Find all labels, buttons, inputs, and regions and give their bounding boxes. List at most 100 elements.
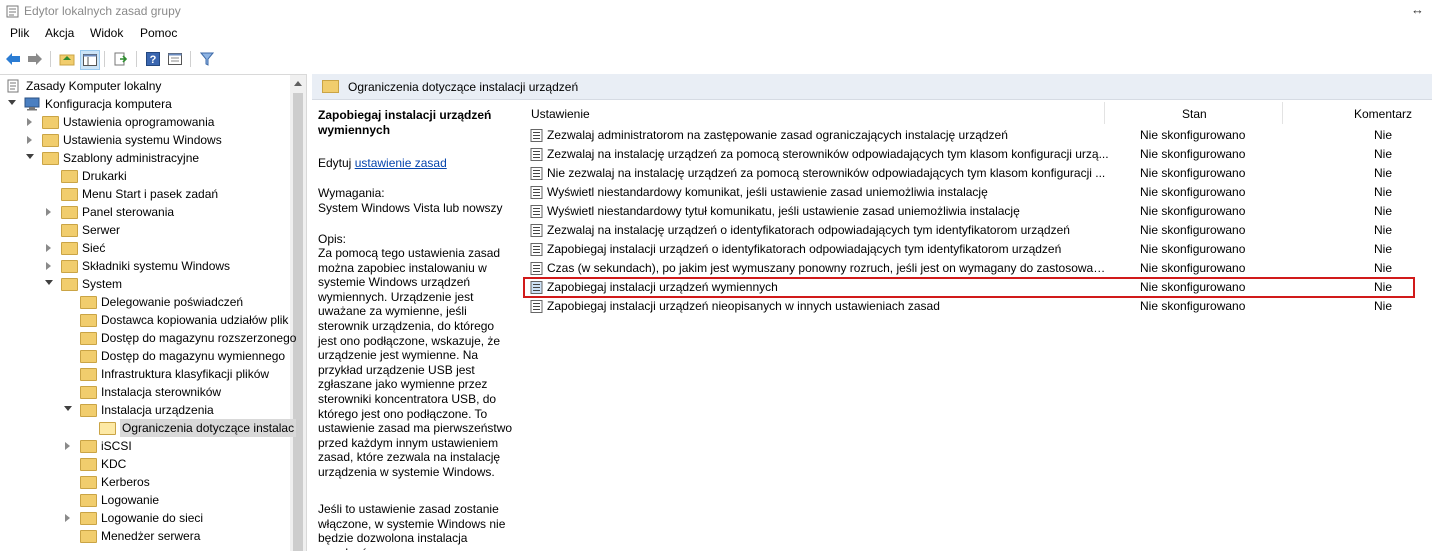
edit-policy-link[interactable]: ustawienie zasad — [355, 156, 447, 170]
menu-akcja[interactable]: Akcja — [45, 26, 74, 40]
tree-node-label: Instalacja sterowników — [101, 385, 222, 399]
tree-node[interactable]: Serwer — [0, 221, 290, 239]
tree-node[interactable]: Ustawienia systemu Windows — [0, 131, 290, 149]
tree-node-label: Sieć — [82, 241, 106, 255]
table-row[interactable]: Wyświetl niestandardowy komunikat, jeśli… — [524, 183, 1414, 202]
setting-name: Nie zezwalaj na instalację urządzeń za p… — [547, 166, 1106, 180]
tree-node[interactable]: Składniki systemu Windows — [0, 257, 290, 275]
column-header-comment[interactable]: Komentarz — [1283, 100, 1432, 126]
tree-node-label: Ustawienia systemu Windows — [63, 133, 222, 147]
folder-icon — [80, 368, 97, 381]
policy-setting-icon — [530, 167, 543, 180]
table-row[interactable]: Zapobiegaj instalacji urządzeń wymiennyc… — [523, 277, 1415, 298]
tree-node[interactable]: Instalacja urządzenia — [0, 401, 290, 419]
svg-text:?: ? — [150, 54, 157, 66]
show-hide-tree-button[interactable] — [80, 50, 100, 70]
tree-scrollbar[interactable] — [290, 75, 306, 551]
export-icon — [114, 52, 128, 66]
tree-node[interactable]: Zasady Komputer lokalny — [0, 77, 290, 95]
chevron-right-icon[interactable] — [46, 262, 51, 270]
scroll-up-arrow-icon[interactable] — [294, 81, 302, 86]
table-row[interactable]: Zezwalaj na instalację urządzeń za pomoc… — [524, 145, 1414, 164]
setting-state: Nie skonfigurowano — [1140, 261, 1246, 275]
folder-icon — [80, 386, 97, 399]
folder-icon — [61, 188, 78, 201]
chevron-right-icon[interactable] — [46, 208, 51, 216]
chevron-down-icon[interactable] — [45, 280, 53, 285]
tree-node[interactable]: iSCSI — [0, 437, 290, 455]
table-row[interactable]: Zezwalaj na instalację urządzeń o identy… — [524, 221, 1414, 240]
console-tree[interactable]: Zasady Komputer lokalny Konfiguracja komp… — [0, 74, 307, 551]
setting-comment: Nie — [1374, 242, 1393, 256]
tree-node[interactable]: KDC — [0, 455, 290, 473]
folder-icon — [80, 440, 97, 453]
tree-node[interactable]: Instalacja sterowników — [0, 383, 290, 401]
help-button[interactable]: ? — [144, 50, 162, 68]
column-header-state[interactable]: Stan — [1105, 100, 1281, 126]
chevron-right-icon[interactable] — [27, 118, 32, 126]
tree-node-label: Kerberos — [101, 475, 150, 489]
properties-button[interactable] — [166, 50, 184, 68]
setting-comment: Nie — [1374, 280, 1393, 294]
tree-node[interactable]: Ustawienia oprogramowania — [0, 113, 290, 131]
tree-node-label: Dostęp do magazynu wymiennego — [101, 349, 286, 363]
table-row[interactable]: Nie zezwalaj na instalację urządzeń za p… — [524, 164, 1414, 183]
resize-arrows-icon[interactable]: ↔ — [1411, 2, 1424, 17]
tree-node[interactable]: Logowanie do sieci — [0, 509, 290, 527]
folder-icon — [61, 170, 78, 183]
tree-node[interactable]: Delegowanie poświadczeń — [0, 293, 290, 311]
edit-line: Edytuj ustawienie zasad — [318, 156, 447, 171]
tree-node[interactable]: Panel sterowania — [0, 203, 290, 221]
table-row[interactable]: Zapobiegaj instalacji urządzeń nieopisan… — [524, 297, 1414, 316]
chevron-right-icon[interactable] — [46, 244, 51, 252]
tree-node-label: Infrastruktura klasyfikacji plików — [101, 367, 270, 381]
table-row[interactable]: Czas (w sekundach), po jakim jest wymusz… — [524, 259, 1414, 278]
filter-button[interactable] — [198, 50, 216, 68]
tree-node[interactable]: System — [0, 275, 290, 293]
tree-node[interactable]: Konfiguracja komputera — [0, 95, 290, 113]
export-list-button[interactable] — [112, 50, 130, 68]
chevron-down-icon[interactable] — [26, 154, 34, 159]
tree-node-label: Serwer — [82, 223, 121, 237]
column-header-setting[interactable]: Ustawienie — [524, 100, 1104, 126]
table-row[interactable]: Wyświetl niestandardowy tytuł komunikatu… — [524, 202, 1414, 221]
chevron-right-icon[interactable] — [27, 136, 32, 144]
forward-button[interactable] — [26, 50, 44, 68]
menu-widok[interactable]: Widok — [90, 26, 123, 40]
requirements: Wymagania: System Windows Vista lub nows… — [318, 186, 518, 215]
back-button[interactable] — [4, 50, 22, 68]
up-folder-button[interactable] — [58, 50, 76, 68]
tree-node[interactable]: Dostawca kopiowania udziałów plik — [0, 311, 290, 329]
setting-name: Wyświetl niestandardowy komunikat, jeśli… — [547, 185, 988, 199]
scroll-thumb[interactable] — [293, 93, 303, 551]
tree-node[interactable]: Dostęp do magazynu rozszerzonego — [0, 329, 296, 347]
tree-node[interactable]: Logowanie — [0, 491, 290, 509]
folder-icon — [80, 296, 97, 309]
tree-node[interactable]: Ograniczenia dotyczące instalac — [0, 419, 297, 437]
chevron-down-icon[interactable] — [8, 100, 16, 105]
folder-icon — [80, 494, 97, 507]
tree-node[interactable]: Menu Start i pasek zadań — [0, 185, 290, 203]
tree-node[interactable]: Drukarki — [0, 167, 290, 185]
chevron-right-icon[interactable] — [65, 514, 70, 522]
folder-icon — [80, 332, 97, 345]
setting-state: Nie skonfigurowano — [1140, 242, 1246, 256]
menu-pomoc[interactable]: Pomoc — [140, 26, 177, 40]
tree-node[interactable]: Szablony administracyjne — [0, 149, 290, 167]
tree-node[interactable]: Kerberos — [0, 473, 290, 491]
tree-node[interactable]: Dostęp do magazynu wymiennego — [0, 347, 290, 365]
chevron-right-icon[interactable] — [65, 442, 70, 450]
tree-node[interactable]: Menedżer serwera — [0, 527, 290, 545]
setting-comment: Nie — [1374, 147, 1393, 161]
folder-icon — [42, 134, 59, 147]
table-row[interactable]: Zezwalaj administratorom na zastępowanie… — [524, 126, 1414, 145]
tree-node[interactable]: Sieć — [0, 239, 290, 257]
policy-doc-icon — [7, 79, 19, 93]
folder-icon — [80, 350, 97, 363]
tree-node[interactable]: Infrastruktura klasyfikacji plików — [0, 365, 290, 383]
table-row[interactable]: Zapobiegaj instalacji urządzeń o identyf… — [524, 240, 1414, 259]
back-arrow-icon — [6, 53, 20, 65]
menu-plik[interactable]: Plik — [10, 26, 29, 40]
setting-state: Nie skonfigurowano — [1140, 147, 1246, 161]
chevron-down-icon[interactable] — [64, 406, 72, 411]
